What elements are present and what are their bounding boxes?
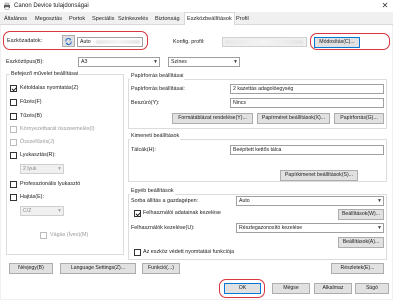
config-profile-field xyxy=(222,37,307,47)
fold-select: C/Z ▼ xyxy=(20,206,64,216)
device-type-label: Eszköztípus(B): xyxy=(6,59,44,65)
settings-button-2[interactable]: Beállítások(A)... xyxy=(338,237,384,248)
trim-label: Vágás (Íves)(M) xyxy=(50,232,89,238)
title-bar: Canon Device tulajdonságai ✕ xyxy=(0,0,393,12)
fold-checkbox[interactable] xyxy=(10,194,17,201)
config-profile-label: Konfig. profil: xyxy=(173,39,205,45)
pro-puncher-checkbox[interactable] xyxy=(10,181,17,188)
device-type-select[interactable]: A3 ▼ xyxy=(78,57,160,67)
pro-puncher-label: Professzionális lyukasztó xyxy=(20,181,81,187)
language-settings-button[interactable]: Language Settings(Z)... xyxy=(60,263,136,274)
tab-ports[interactable]: Portok xyxy=(67,14,87,25)
help-button[interactable]: Súgó xyxy=(355,283,389,294)
close-icon[interactable]: ✕ xyxy=(380,1,390,11)
chevron-down-icon: ▼ xyxy=(57,208,62,214)
spool-select[interactable]: Auto ▼ xyxy=(236,196,384,206)
tray-field[interactable]: Beépített kettős tálca xyxy=(230,145,384,155)
tab-advanced[interactable]: Speciális xyxy=(90,14,116,25)
secure-print-label: Az eszköz védett nyomtatási funkciója xyxy=(143,249,235,255)
chevron-down-icon: ▼ xyxy=(57,166,62,172)
trim-checkbox xyxy=(40,232,47,239)
paper-source-title: Papírforrás beállításai xyxy=(130,73,185,80)
tab-strip: Általános Megosztás Portok Speciális Szí… xyxy=(0,12,393,25)
chevron-down-icon: ▼ xyxy=(377,225,382,231)
apply-button[interactable]: Alkalmaz xyxy=(314,283,352,294)
user-auth-checkbox[interactable] xyxy=(134,210,141,217)
finishing-group-title: Befejező művelet beállításai xyxy=(10,71,80,78)
paper-output-settings-button[interactable]: Papírkimenet beállítások(S)... xyxy=(280,170,358,181)
device-info-field[interactable]: Auto xyxy=(77,37,143,47)
redacted-text xyxy=(96,40,140,44)
paper-feed-field[interactable]: 2 kazettás adagolóegység xyxy=(230,84,384,94)
duplex-checkbox[interactable] xyxy=(10,85,17,92)
function-button[interactable]: Funkció(...) xyxy=(142,263,180,274)
color-mode-select[interactable]: Színes ▼ xyxy=(168,57,240,67)
binding-label: Fűzés(F) xyxy=(20,99,42,105)
staple-label: Tűzés(B) xyxy=(20,113,42,119)
secure-print-checkbox[interactable] xyxy=(134,249,141,256)
duplex-label: Kétoldalas nyomtatás(Z) xyxy=(20,85,79,91)
paper-source-button[interactable]: Papírforrás(G)... xyxy=(334,113,384,124)
user-auth-label: Felhasználói adatainak kezelése xyxy=(143,210,221,216)
output-title: Kimeneti beállítások xyxy=(130,133,181,140)
cancel-button[interactable]: Mégse xyxy=(272,283,310,294)
chevron-down-icon: ▼ xyxy=(233,59,238,65)
inserter-field[interactable]: Nincs xyxy=(230,98,384,108)
tab-color-management[interactable]: Színkezelés xyxy=(116,14,150,25)
change-button[interactable]: Módosítás(C)... xyxy=(314,37,360,48)
details-button[interactable]: Részletek(E)... xyxy=(331,263,384,274)
eco-collate-checkbox xyxy=(10,126,17,133)
inserter-label: Beszúró(Y): xyxy=(131,100,160,106)
settings-button-1[interactable]: Beállítások(W)... xyxy=(338,209,384,220)
dept-management-select[interactable]: Részlegazonosító kezelése ▼ xyxy=(236,223,384,233)
device-info-label: Eszközadatok: xyxy=(7,38,43,44)
tab-profile[interactable]: Profil xyxy=(234,14,251,25)
tab-sharing[interactable]: Megosztás xyxy=(33,14,64,25)
tab-device-settings[interactable]: Eszközbeállítások xyxy=(184,12,235,25)
spool-label: Sorba állítás a gazdagépen: xyxy=(131,198,199,204)
eco-collate-label: Környezetbarát összeemelés(I) xyxy=(20,126,95,132)
collate-label: Összefűzés(J) xyxy=(20,139,55,145)
tab-general[interactable]: Általános xyxy=(2,14,29,25)
printer-icon xyxy=(4,2,10,10)
dept-management-label: Felhasználók kezelése(U): xyxy=(131,225,195,231)
about-button[interactable]: Névjegy(B) xyxy=(9,263,53,274)
fold-label: Hajtás(E): xyxy=(20,194,44,200)
paper-size-settings-button[interactable]: Papírméret beállítások(X)... xyxy=(257,113,330,124)
punch-select: 2 lyuk ▼ xyxy=(20,164,64,174)
window-title: Canon Device tulajdonságai xyxy=(14,3,89,9)
tab-security[interactable]: Biztonság xyxy=(153,14,182,25)
punch-label: Lyukasztás(R): xyxy=(20,152,56,158)
other-title: Egyéb beállítások xyxy=(130,188,175,195)
binding-checkbox[interactable] xyxy=(10,99,17,106)
staple-checkbox[interactable] xyxy=(10,113,17,120)
redacted-text xyxy=(225,40,303,44)
refresh-device-button[interactable] xyxy=(62,35,75,47)
punch-checkbox[interactable] xyxy=(10,152,17,159)
custom-paper-button[interactable]: Formátáblázat rendelése(Y)... xyxy=(172,113,253,124)
refresh-icon xyxy=(65,37,72,46)
tray-label: Tálcák(H): xyxy=(131,147,156,153)
chevron-down-icon: ▼ xyxy=(377,198,382,204)
chevron-down-icon: ▼ xyxy=(153,59,158,65)
ok-button[interactable]: OK xyxy=(224,283,261,294)
paper-feed-label: Papírforrás beállításai: xyxy=(131,86,185,92)
collate-checkbox xyxy=(10,139,17,146)
